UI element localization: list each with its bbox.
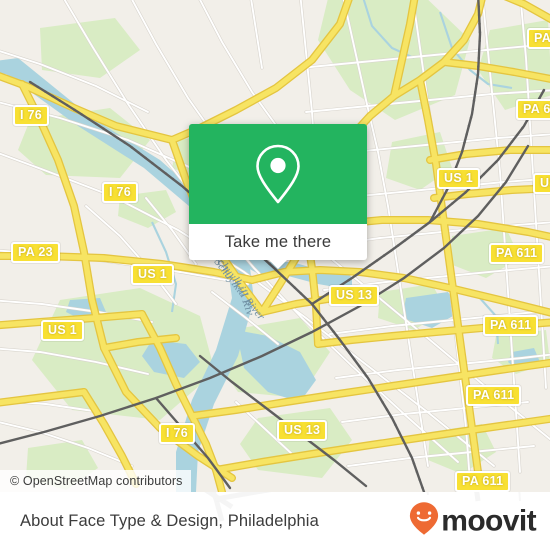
map-result-page: Schuylkill River Schuylkill River PA 611… bbox=[0, 0, 550, 550]
route-shield: PA 611 bbox=[516, 99, 550, 120]
take-me-there-button[interactable]: Take me there bbox=[189, 224, 367, 260]
route-shield: PA 611 bbox=[455, 471, 511, 492]
popup-header bbox=[189, 124, 367, 224]
route-shield: PA 23 bbox=[11, 242, 60, 263]
footer-bar: About Face Type & Design, Philadelphia m… bbox=[0, 492, 550, 550]
route-shield: US 1 bbox=[41, 320, 84, 341]
moovit-wordmark: moovit bbox=[441, 504, 536, 537]
route-shield: US 1 bbox=[437, 168, 480, 189]
moovit-logo[interactable]: moovit bbox=[409, 502, 537, 541]
moovit-smiley-pin-icon bbox=[409, 502, 439, 541]
route-shield: PA 611 bbox=[466, 385, 522, 406]
map-attribution[interactable]: © OpenStreetMap contributors bbox=[0, 470, 191, 492]
route-shield: US 1 bbox=[533, 173, 550, 194]
route-shield: US 13 bbox=[277, 420, 328, 441]
route-shield: US 1 bbox=[131, 264, 174, 285]
route-shield: I 76 bbox=[102, 182, 139, 203]
route-shield: PA 611 bbox=[483, 315, 539, 336]
popup-pointer bbox=[269, 260, 287, 269]
route-shield: I 76 bbox=[13, 105, 50, 126]
map-pin-icon bbox=[253, 143, 303, 205]
route-shield: I 76 bbox=[159, 423, 196, 444]
map-marker-popup[interactable]: Take me there bbox=[189, 124, 367, 269]
place-title: About Face Type & Design, Philadelphia bbox=[20, 511, 319, 530]
route-shield: US 13 bbox=[329, 285, 380, 306]
route-shield: PA 611 bbox=[527, 28, 550, 49]
route-shield: PA 611 bbox=[489, 243, 545, 264]
